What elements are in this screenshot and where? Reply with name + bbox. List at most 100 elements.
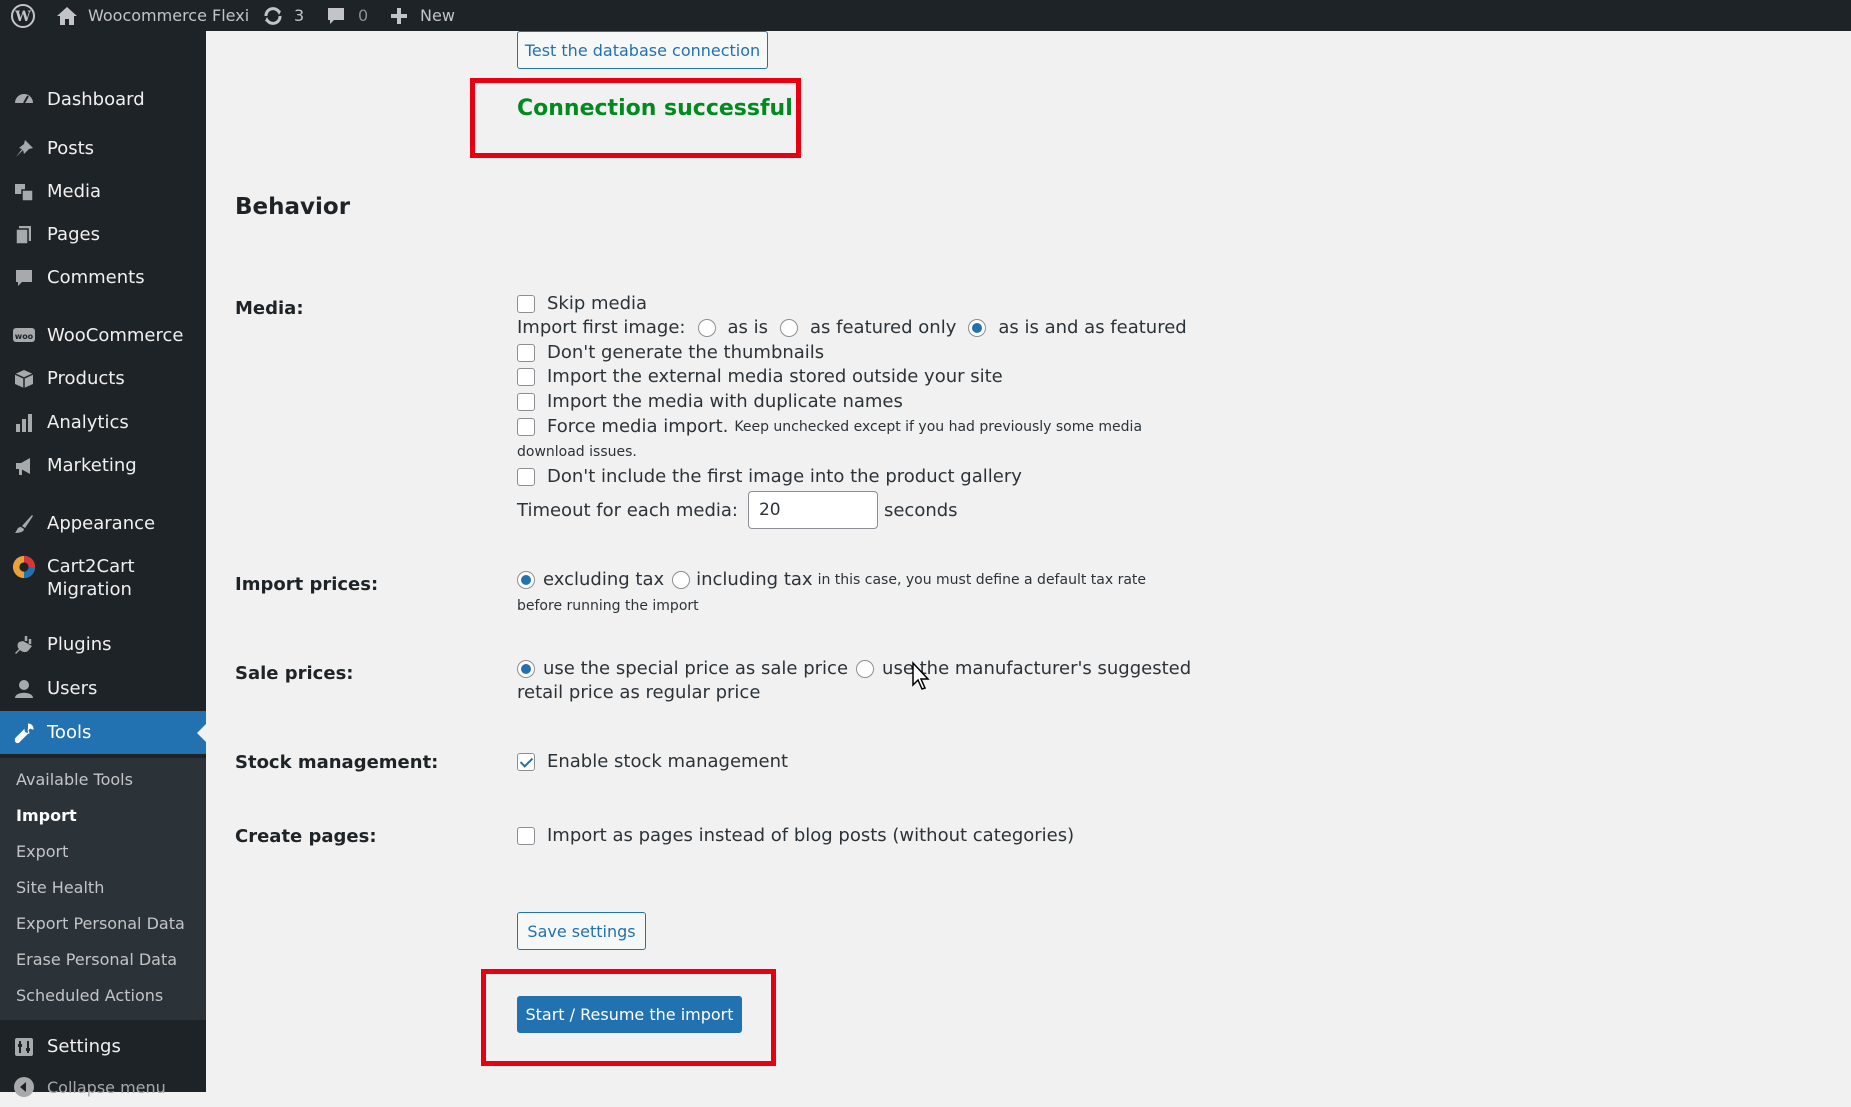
import-external-media-label: Import the external media stored outside…: [547, 366, 1003, 387]
special-price-radio[interactable]: [517, 659, 535, 678]
enable-stock-label: Enable stock management: [547, 751, 789, 772]
import-external-media-checkbox[interactable]: [517, 367, 535, 386]
updates-icon: [264, 6, 282, 25]
megaphone-icon: [12, 454, 36, 478]
collapse-icon: [12, 1075, 36, 1099]
section-title: Behavior: [235, 194, 351, 220]
import-duplicate-names-checkbox[interactable]: [517, 392, 535, 411]
mouse-cursor-icon: [912, 661, 930, 690]
dont-include-first-image-checkbox[interactable]: [517, 467, 535, 486]
sidebar-item-label: Dashboard: [47, 88, 145, 110]
sidebar-item-label: Media: [47, 181, 102, 202]
first-image-as-is-label: as is: [727, 317, 769, 338]
create-pages-row: Import as pages instead of blog posts (w…: [517, 825, 1074, 846]
submenu-item-available-tools[interactable]: Available Tools: [16, 770, 133, 789]
sidebar-item-woocommerce[interactable]: woo WooCommerce: [0, 314, 206, 357]
test-connection-button[interactable]: Test the database connection: [517, 31, 768, 69]
including-tax-note: in this case, you must define a default …: [817, 571, 1147, 588]
submenu-item-export[interactable]: Export: [16, 842, 68, 861]
sidebar-item-plugins[interactable]: Plugins: [0, 623, 206, 666]
save-settings-button[interactable]: Save settings: [517, 912, 646, 950]
wrench-icon: [12, 721, 36, 745]
skip-media-row: Skip media: [517, 293, 647, 314]
import-first-image-row: Import first image: as is as featured on…: [517, 317, 1187, 338]
sidebar-item-products[interactable]: Products: [0, 357, 206, 400]
pin-icon: [12, 137, 36, 161]
comments-count: 0: [358, 6, 369, 25]
import-duplicate-names-row: Import the media with duplicate names: [517, 391, 903, 412]
pages-icon: [12, 223, 36, 247]
sidebar-item-pages[interactable]: Pages: [0, 213, 206, 256]
sidebar-item-marketing[interactable]: Marketing: [0, 444, 206, 487]
sidebar-item-label: Collapse menu: [47, 1077, 166, 1097]
analytics-icon: [12, 411, 36, 435]
dont-generate-thumbnails-checkbox[interactable]: [517, 343, 535, 362]
comments-link[interactable]: 0: [326, 0, 368, 31]
admin-bar: W Woocommerce Flexi 3 0 New: [0, 0, 1851, 31]
user-icon: [12, 677, 36, 701]
sidebar-item-tools[interactable]: Tools: [0, 711, 206, 754]
svg-text:W: W: [14, 9, 31, 25]
submenu-item-scheduled-actions[interactable]: Scheduled Actions: [16, 986, 163, 1005]
sidebar-item-appearance[interactable]: Appearance: [0, 502, 206, 545]
sidebar-item-label: Comments: [47, 267, 145, 288]
timeout-row: Timeout for each media: seconds: [517, 491, 958, 529]
sidebar-item-analytics[interactable]: Analytics: [0, 401, 206, 444]
import-as-pages-label: Import as pages instead of blog posts (w…: [547, 825, 1075, 846]
sidebar-item-label: WooCommerce: [47, 325, 184, 346]
submenu-item-site-health[interactable]: Site Health: [16, 878, 104, 897]
msrp-label-continued: retail price as regular price: [517, 682, 761, 703]
skip-media-checkbox[interactable]: [517, 294, 535, 313]
first-image-as-is-radio[interactable]: [697, 318, 716, 337]
updates-count: 3: [294, 6, 305, 25]
home-icon: [57, 6, 77, 25]
sidebar-item-users[interactable]: Users: [0, 667, 206, 710]
sidebar-item-dashboard[interactable]: Dashboard: [0, 69, 206, 129]
sidebar-item-label: Analytics: [47, 412, 129, 433]
sidebar-item-comments[interactable]: Comments: [0, 256, 206, 299]
submenu-item-export-personal-data[interactable]: Export Personal Data: [16, 914, 185, 933]
import-prices-label: Import prices:: [235, 574, 379, 595]
including-tax-label: including tax: [696, 569, 813, 590]
stock-management-label: Stock management:: [235, 752, 439, 773]
comments-icon: [328, 7, 344, 24]
timeout-input[interactable]: [747, 491, 878, 529]
submenu-item-erase-personal-data[interactable]: Erase Personal Data: [16, 950, 177, 969]
sidebar-item-label: Cart2Cart Migration: [47, 556, 135, 600]
new-label: New: [420, 6, 455, 25]
first-image-featured-only-radio[interactable]: [780, 318, 799, 337]
skip-media-label: Skip media: [547, 293, 648, 314]
new-content-link[interactable]: New: [390, 0, 455, 31]
updates-link[interactable]: 3: [262, 0, 304, 31]
sidebar-item-cart2cart[interactable]: Cart2Cart Migration: [0, 545, 206, 615]
start-import-button[interactable]: Start / Resume the import: [517, 996, 742, 1033]
enable-stock-checkbox[interactable]: [517, 752, 535, 771]
excluding-tax-radio[interactable]: [517, 570, 535, 589]
force-media-import-label: Force media import.: [547, 416, 729, 437]
first-image-as-is-and-featured-radio[interactable]: [968, 318, 987, 337]
sidebar-item-label: Pages: [47, 224, 100, 245]
sidebar-item-label: Users: [47, 678, 98, 699]
cart2cart-icon: [12, 555, 36, 579]
sidebar-item-media[interactable]: Media: [0, 170, 206, 213]
brush-icon: [12, 512, 36, 536]
sidebar-item-posts[interactable]: Posts: [0, 127, 206, 170]
sidebar-item-settings[interactable]: Settings: [0, 1025, 206, 1068]
force-media-import-checkbox[interactable]: [517, 417, 535, 436]
import-external-media-row: Import the external media stored outside…: [517, 366, 1003, 387]
dont-generate-thumbnails-label: Don't generate the thumbnails: [547, 342, 825, 363]
collapse-menu-button[interactable]: Collapse menu: [0, 1067, 206, 1107]
dont-include-first-image-label: Don't include the first image into the p…: [547, 466, 1022, 487]
sidebar-item-label: Products: [47, 368, 125, 389]
submenu-item-import[interactable]: Import: [16, 806, 77, 825]
site-name-link[interactable]: Woocommerce Flexi: [56, 0, 249, 31]
products-icon: [12, 367, 36, 391]
import-as-pages-checkbox[interactable]: [517, 826, 535, 845]
including-tax-radio[interactable]: [672, 570, 691, 589]
create-pages-label: Create pages:: [235, 826, 377, 847]
excluding-tax-label: excluding tax: [543, 569, 665, 590]
wordpress-icon: W: [11, 3, 35, 28]
msrp-radio[interactable]: [856, 659, 875, 678]
wordpress-logo-button[interactable]: W: [10, 0, 36, 31]
sale-prices-row: use the special price as sale price use …: [517, 658, 1191, 679]
